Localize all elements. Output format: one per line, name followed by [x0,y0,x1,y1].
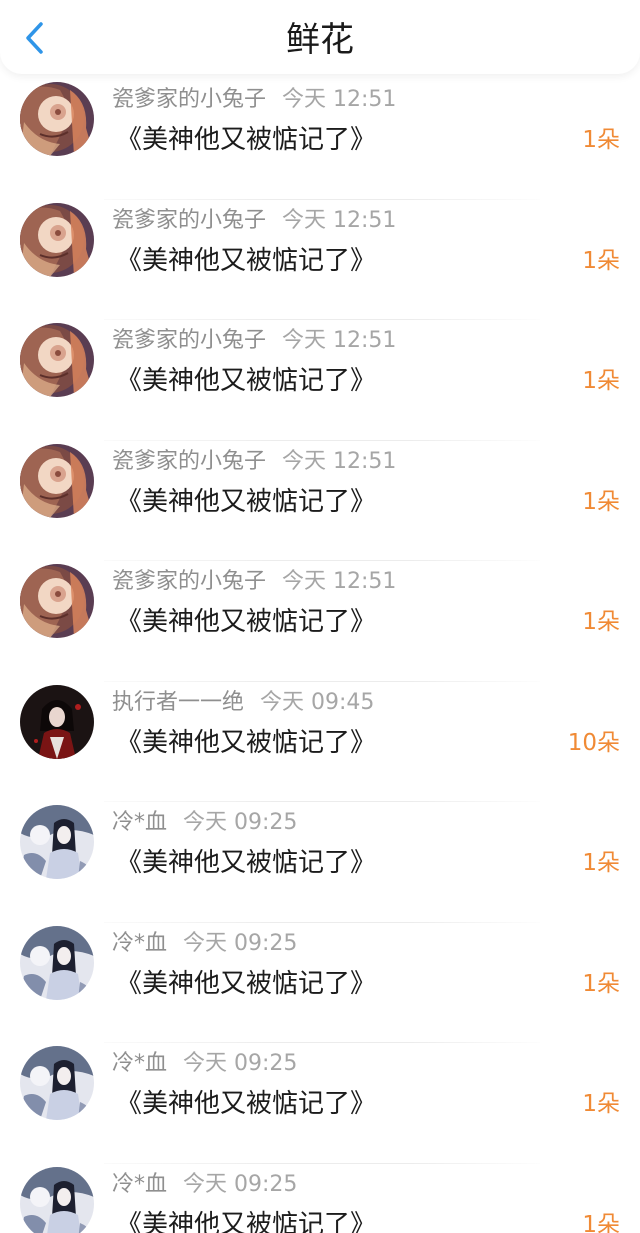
row-meta: 瓷爹家的小兔子 今天 12:51 [112,323,396,359]
timestamp: 今天 09:25 [183,1171,298,1197]
book-title[interactable]: 《美神他又被惦记了》 [116,964,376,1004]
rabbit-avatar[interactable] [20,564,94,638]
row-meta: 瓷爹家的小兔子 今天 12:51 [112,203,396,239]
user-name[interactable]: 瓷爹家的小兔子 [112,328,266,353]
book-title[interactable]: 《美神他又被惦记了》 [116,723,376,763]
ink-avatar[interactable] [20,805,94,879]
timestamp: 今天 09:25 [183,1051,298,1076]
row-meta: 瓷爹家的小兔子 今天 12:51 [112,564,396,600]
row-meta: 冷*血 今天 09:25 [112,805,297,841]
timestamp: 今天 09:25 [183,930,298,956]
rabbit-avatar[interactable] [20,202,94,277]
flowers-page: 鲜花 瓷爹家的小兔子 今天 12:51 《美神他又被惦记了》 1朵 瓷爹家的小兔子 今天 … [0,0,640,1233]
user-name[interactable]: 冷*血 [112,1051,167,1076]
flower-count: 1朵 [582,609,620,635]
ink-avatar[interactable] [20,925,94,1000]
list-item[interactable]: 瓷爹家的小兔子 今天 12:51 《美神他又被惦记了》 1朵 [0,562,640,683]
list-item[interactable]: 瓷爹家的小兔子 今天 12:51 《美神他又被惦记了》 1朵 [0,80,640,201]
user-name[interactable]: 瓷爹家的小兔子 [112,449,266,474]
row-meta: 冷*血 今天 09:25 [112,1167,297,1203]
flower-count: 1朵 [582,488,620,515]
top-bar: 鲜花 [0,0,640,74]
rabbit-avatar[interactable] [20,82,94,156]
flower-count: 10朵 [567,729,620,756]
flower-count: 1朵 [582,368,620,394]
list-item[interactable]: 冷*血 今天 09:25 《美神他又被惦记了》 1朵 [0,803,640,924]
book-title[interactable]: 《美神他又被惦记了》 [116,1205,376,1233]
user-name[interactable]: 瓷爹家的小兔子 [112,569,266,594]
row-divider [104,198,540,200]
book-title[interactable]: 《美神他又被惦记了》 [116,361,376,401]
list-item[interactable]: 瓷爹家的小兔子 今天 12:51 《美神他又被惦记了》 1朵 [0,201,640,322]
ink-avatar[interactable] [20,1046,94,1120]
book-title[interactable]: 《美神他又被惦记了》 [116,1084,376,1124]
timestamp: 今天 12:51 [282,87,397,112]
rabbit-avatar[interactable] [20,323,94,397]
rabbit-avatar[interactable] [20,443,94,518]
timestamp: 今天 12:51 [282,207,397,233]
list-item[interactable]: 瓷爹家的小兔子 今天 12:51 《美神他又被惦记了》 1朵 [0,442,640,563]
user-name[interactable]: 瓷爹家的小兔子 [112,208,266,233]
dark-avatar[interactable] [20,684,94,759]
list-item[interactable]: 冷*血 今天 09:25 《美神他又被惦记了》 1朵 [0,1044,640,1165]
flower-count: 1朵 [582,850,620,876]
page-title: 鲜花 [286,20,354,60]
user-name[interactable]: 冷*血 [112,931,167,956]
row-divider [104,1042,540,1043]
row-divider [104,560,540,561]
row-meta: 冷*血 今天 09:25 [112,1046,297,1082]
row-meta: 冷*血 今天 09:25 [112,926,297,962]
flower-count: 1朵 [582,1091,620,1117]
timestamp: 今天 09:25 [183,810,298,835]
book-title[interactable]: 《美神他又被惦记了》 [116,120,376,160]
row-divider [104,921,540,923]
list-item[interactable]: 冷*血 今天 09:25 《美神他又被惦记了》 1朵 [0,1165,640,1233]
row-meta: 瓷爹家的小兔子 今天 12:51 [112,82,396,118]
row-divider [104,680,540,682]
row-meta: 瓷爹家的小兔子 今天 12:51 [112,444,396,480]
ink-avatar[interactable] [20,1166,94,1233]
row-divider [104,1162,540,1164]
flower-count: 1朵 [582,970,620,997]
flower-record-list[interactable]: 瓷爹家的小兔子 今天 12:51 《美神他又被惦记了》 1朵 瓷爹家的小兔子 今天 12:… [0,80,640,1233]
user-name[interactable]: 执行者一一绝 [112,690,244,715]
row-meta: 执行者一一绝 今天 09:45 [112,685,374,721]
book-title[interactable]: 《美神他又被惦记了》 [116,482,376,522]
user-name[interactable]: 冷*血 [112,810,167,835]
list-item[interactable]: 瓷爹家的小兔子 今天 12:51 《美神他又被惦记了》 1朵 [0,321,640,442]
flower-count: 1朵 [582,127,620,153]
timestamp: 今天 12:51 [282,569,397,594]
row-divider [104,801,540,802]
timestamp: 今天 12:51 [282,448,397,474]
book-title[interactable]: 《美神他又被惦记了》 [116,602,376,642]
flower-count: 1朵 [582,247,620,274]
user-name[interactable]: 瓷爹家的小兔子 [112,87,266,112]
book-title[interactable]: 《美神他又被惦记了》 [116,241,376,281]
list-item[interactable]: 冷*血 今天 09:25 《美神他又被惦记了》 1朵 [0,924,640,1045]
book-title[interactable]: 《美神他又被惦记了》 [116,843,376,883]
user-name[interactable]: 冷*血 [112,1172,167,1197]
list-item[interactable]: 执行者一一绝 今天 09:45 《美神他又被惦记了》 10朵 [0,683,640,804]
row-divider [104,439,540,441]
flower-count: 1朵 [582,1211,620,1233]
timestamp: 今天 09:45 [260,689,375,715]
timestamp: 今天 12:51 [282,328,397,353]
row-divider [104,319,540,320]
